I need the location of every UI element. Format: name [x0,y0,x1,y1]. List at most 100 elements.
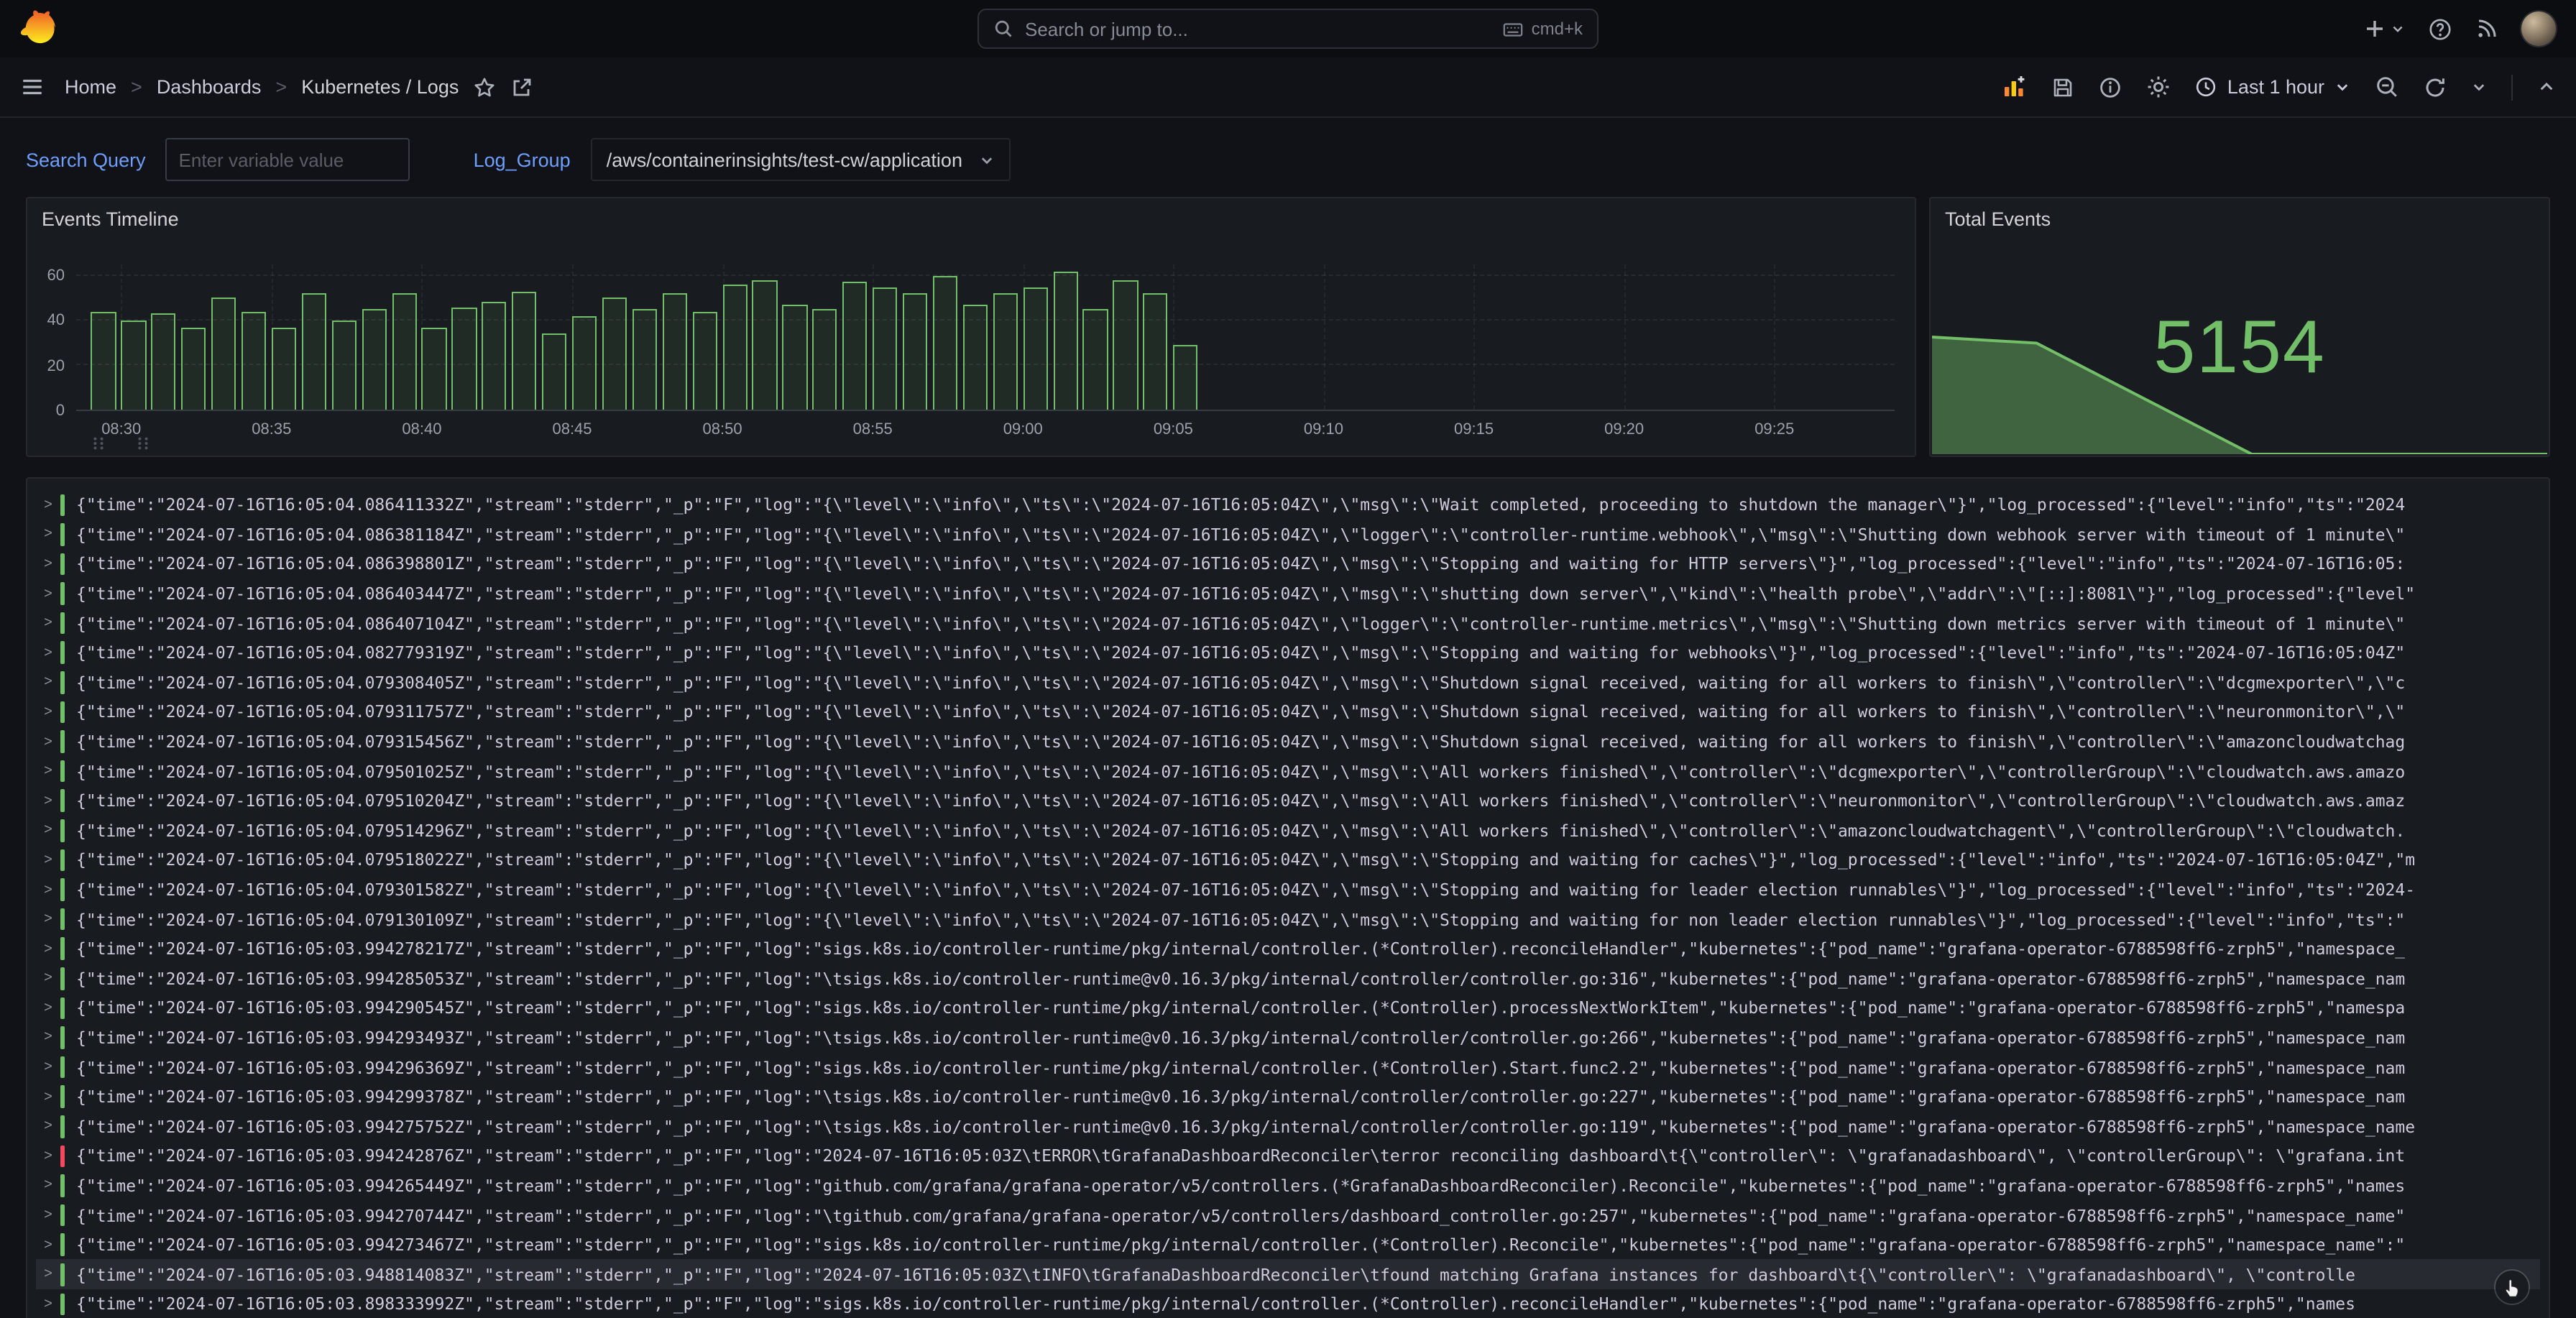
grafana-logo[interactable] [20,9,59,48]
time-range-picker[interactable]: Last 1 hour [2196,76,2350,98]
log-expand-caret[interactable]: > [36,911,60,927]
timeline-bar [722,285,748,410]
log-expand-caret[interactable]: > [36,1237,60,1253]
log-expand-caret[interactable]: > [36,615,60,631]
log-row[interactable]: > {"time":"2024-07-16T16:05:04.079315456Z… [36,727,2540,757]
clock-icon [2196,76,2217,98]
log-row[interactable]: > {"time":"2024-07-16T16:05:03.994275752Z… [36,1112,2540,1141]
log-row[interactable]: > {"time":"2024-07-16T16:05:04.079518022Z… [36,845,2540,875]
log-expand-caret[interactable]: > [36,763,60,779]
log-row[interactable]: > {"time":"2024-07-16T16:05:03.994265449Z… [36,1171,2540,1200]
log-expand-caret[interactable]: > [36,941,60,957]
breadcrumb-home[interactable]: Home [65,76,116,98]
log-row[interactable]: > {"time":"2024-07-16T16:05:04.079514296Z… [36,816,2540,845]
refresh-button[interactable] [2424,75,2447,98]
search-box[interactable]: cmd+k [978,9,1598,49]
log-row[interactable]: > {"time":"2024-07-16T16:05:04.086407104Z… [36,609,2540,638]
log-row[interactable]: > {"time":"2024-07-16T16:05:04.079311757Z… [36,697,2540,727]
log-row[interactable]: > {"time":"2024-07-16T16:05:04.086381184Z… [36,520,2540,549]
share-icon [510,75,533,98]
log-expand-caret[interactable]: > [36,1178,60,1194]
log-expand-caret[interactable]: > [36,1148,60,1164]
log-level-indicator [60,1115,65,1138]
log-row[interactable]: > {"time":"2024-07-16T16:05:04.086398801Z… [36,549,2540,579]
log-row[interactable]: > {"time":"2024-07-16T16:05:04.079301582Z… [36,875,2540,904]
panel-title-events-timeline[interactable]: Events Timeline [42,208,179,230]
log-expand-caret[interactable]: > [36,497,60,513]
log-row[interactable]: > {"time":"2024-07-16T16:05:04.082779319Z… [36,638,2540,668]
log-level-indicator [60,1233,65,1256]
log-row[interactable]: > {"time":"2024-07-16T16:05:03.994285053Z… [36,964,2540,993]
log-expand-caret[interactable]: > [36,704,60,720]
variable-input-search-query[interactable] [165,138,410,181]
log-expand-caret[interactable]: > [36,586,60,602]
refresh-interval-dropdown[interactable] [2471,79,2487,95]
log-row[interactable]: > {"time":"2024-07-16T16:05:04.079501025Z… [36,757,2540,786]
timeline-bar [1023,287,1048,410]
zoom-out-button[interactable] [2375,75,2399,99]
log-expand-caret[interactable]: > [36,971,60,987]
timeline-bar [752,280,778,410]
log-row[interactable]: > {"time":"2024-07-16T16:05:03.994278217Z… [36,934,2540,964]
new-menu-button[interactable] [2363,17,2405,40]
log-expand-caret[interactable]: > [36,1296,60,1312]
timeline-bar [91,311,116,410]
log-expand-caret[interactable]: > [36,852,60,868]
collapse-toolbar-button[interactable] [2537,78,2556,96]
log-row[interactable]: > {"time":"2024-07-16T16:05:03.994299378Z… [36,1082,2540,1112]
favorite-star-button[interactable] [473,75,496,98]
user-avatar[interactable] [2521,11,2556,46]
news-button[interactable] [2475,17,2498,40]
log-expand-caret[interactable]: > [36,527,60,543]
log-row[interactable]: > {"time":"2024-07-16T16:05:04.086403447Z… [36,579,2540,609]
add-panel-button[interactable] [2003,75,2028,99]
log-row[interactable]: > {"time":"2024-07-16T16:05:03.994293493Z… [36,1023,2540,1052]
log-expand-caret[interactable]: > [36,556,60,572]
log-row[interactable]: > {"time":"2024-07-16T16:05:03.898333992Z… [36,1289,2540,1318]
breadcrumb-dashboards[interactable]: Dashboards [157,76,262,98]
panel-title-total-events[interactable]: Total Events [1945,208,2051,230]
dashboard-settings-button[interactable] [2147,75,2171,99]
log-row[interactable]: > {"time":"2024-07-16T16:05:04.086411332Z… [36,490,2540,520]
events-timeline-panel: Events Timeline 0 20 40 60 08:30 08:35 08:40 0… [26,197,1916,457]
log-expand-caret[interactable]: > [36,1207,60,1223]
log-expand-caret[interactable]: > [36,734,60,750]
log-text: {"time":"2024-07-16T16:05:04.079510204Z"… [76,791,2406,811]
log-expand-caret[interactable]: > [36,1059,60,1075]
search-input[interactable] [1025,18,1491,40]
log-row[interactable]: > {"time":"2024-07-16T16:05:03.994296369Z… [36,1053,2540,1082]
log-level-indicator [60,849,65,872]
log-expand-caret[interactable]: > [36,1000,60,1016]
log-row[interactable]: > {"time":"2024-07-16T16:05:03.948814083Z… [36,1259,2540,1290]
log-level-indicator [60,1145,65,1168]
log-row[interactable]: > {"time":"2024-07-16T16:05:03.994273467Z… [36,1230,2540,1260]
toolbar-divider [2511,74,2513,100]
dashboard-insights-button[interactable] [2099,75,2122,98]
log-expand-caret[interactable]: > [36,1266,60,1282]
log-expand-caret[interactable]: > [36,675,60,691]
log-expand-caret[interactable]: > [36,1089,60,1105]
log-row[interactable]: > {"time":"2024-07-16T16:05:04.079308405Z… [36,668,2540,697]
save-dashboard-button[interactable] [2052,75,2075,98]
log-expand-caret[interactable]: > [36,823,60,839]
log-expand-caret[interactable]: > [36,793,60,808]
log-expand-caret[interactable]: > [36,1030,60,1046]
log-row[interactable]: > {"time":"2024-07-16T16:05:04.079510204Z… [36,786,2540,816]
log-text: {"time":"2024-07-16T16:05:03.994278217Z"… [76,939,2406,959]
log-row[interactable]: > {"time":"2024-07-16T16:05:04.079130109Z… [36,905,2540,934]
log-expand-caret[interactable]: > [36,882,60,898]
timeline-plot[interactable] [76,264,1895,411]
help-button[interactable] [2428,17,2452,41]
log-expand-caret[interactable]: > [36,1119,60,1135]
share-button[interactable] [510,75,533,98]
log-expand-caret[interactable]: > [36,645,60,661]
log-row[interactable]: > {"time":"2024-07-16T16:05:03.994242876Z… [36,1141,2540,1171]
x-tick-label: 09:25 [1754,421,1795,438]
log-row[interactable]: > {"time":"2024-07-16T16:05:03.994270744Z… [36,1201,2540,1230]
menu-toggle-button[interactable] [20,75,45,99]
variable-select-log-group[interactable]: /aws/containerinsights/test-cw/applicati… [590,138,1011,181]
log-text: {"time":"2024-07-16T16:05:04.079315456Z"… [76,732,2406,752]
timeline-bar [842,282,868,410]
timeline-bar [211,298,236,410]
log-row[interactable]: > {"time":"2024-07-16T16:05:03.994290545Z… [36,993,2540,1023]
